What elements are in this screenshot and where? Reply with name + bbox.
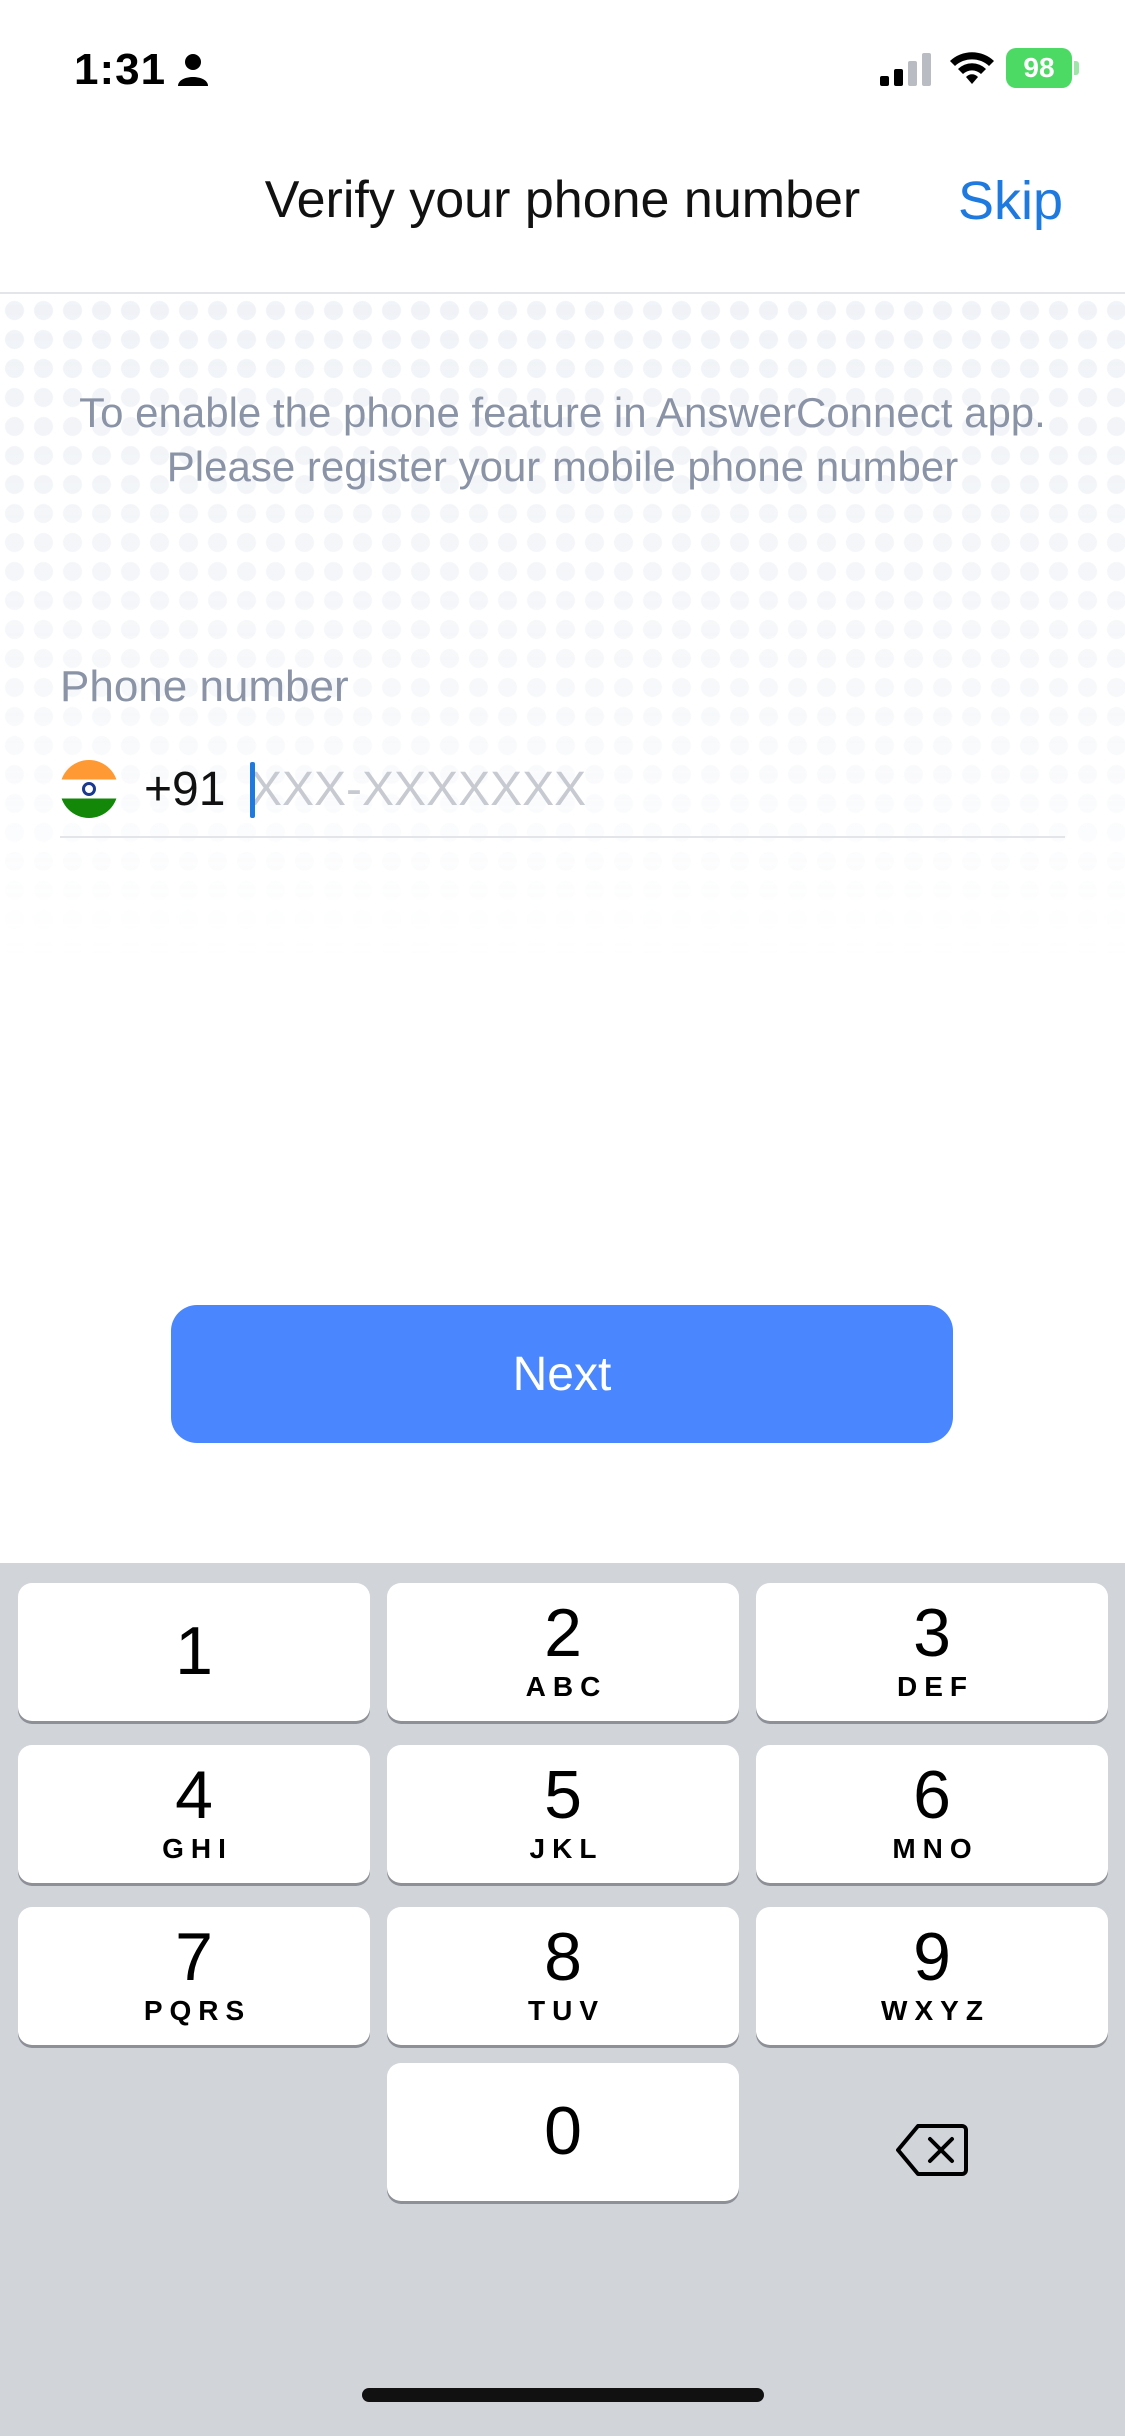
key-letters: GHI [162, 1833, 233, 1864]
key-letters: TUV [528, 1995, 605, 2026]
key-letters: DEF [897, 1671, 974, 1702]
intro-text: To enable the phone feature in AnswerCon… [79, 389, 1046, 490]
person-icon [176, 52, 210, 88]
key-letters: PQRS [143, 1995, 252, 2026]
nav-header: Verify your phone number Skip [0, 140, 1125, 294]
key-digit: 5 [544, 1757, 582, 1833]
key-0[interactable]: 0 [387, 2063, 739, 2201]
key-6[interactable]: 6 MNO [756, 1745, 1108, 1883]
battery-cap [1074, 61, 1079, 75]
key-digit: 4 [175, 1757, 213, 1833]
key-digit: 0 [544, 2093, 582, 2169]
text-caret [250, 762, 255, 818]
key-2[interactable]: 2 ABC [387, 1583, 739, 1721]
key-digit: 1 [175, 1613, 213, 1689]
status-time-group: 1:31 [74, 42, 210, 98]
key-digit: 9 [913, 1919, 951, 1995]
phone-input[interactable] [250, 758, 1050, 820]
key-digit: 7 [175, 1919, 213, 1995]
country-code[interactable]: +91 [144, 762, 225, 817]
battery-icon: 98 [1006, 48, 1079, 88]
key-letters: WXYZ [881, 1995, 990, 2026]
phone-number-label: Phone number [60, 662, 349, 711]
key-letters: ABC [525, 1671, 608, 1702]
key-5[interactable]: 5 JKL [387, 1745, 739, 1883]
status-bar: 1:31 98 [0, 0, 1125, 140]
key-letters: MNO [892, 1833, 979, 1864]
key-digit: 2 [544, 1595, 582, 1671]
status-time: 1:31 [74, 45, 167, 94]
next-button[interactable]: Next [171, 1305, 953, 1443]
key-digit: 3 [913, 1595, 951, 1671]
key-1[interactable]: 1 [18, 1583, 370, 1721]
signal-icon [880, 52, 934, 86]
key-9[interactable]: 9 WXYZ [756, 1907, 1108, 2045]
delete-key[interactable] [756, 2083, 1108, 2221]
key-8[interactable]: 8 TUV [387, 1907, 739, 2045]
key-4[interactable]: 4 GHI [18, 1745, 370, 1883]
india-flag-icon[interactable] [60, 760, 118, 818]
numeric-keypad: 1 2 ABC 3 DEF 4 GHI 5 JKL 6 MNO 7 PQRS 8… [0, 1563, 1125, 2436]
backspace-icon [896, 2122, 968, 2183]
key-digit: 6 [913, 1757, 951, 1833]
battery-level: 98 [1006, 48, 1072, 88]
key-3[interactable]: 3 DEF [756, 1583, 1108, 1721]
key-letters: JKL [529, 1833, 604, 1864]
wifi-icon [948, 48, 996, 86]
skip-button[interactable]: Skip [958, 170, 1063, 232]
key-digit: 8 [544, 1919, 582, 1995]
page-title: Verify your phone number [264, 171, 861, 229]
phone-number-field: +91 [60, 750, 1065, 838]
key-7[interactable]: 7 PQRS [18, 1907, 370, 2045]
home-indicator[interactable] [362, 2388, 764, 2402]
chakra-icon [82, 782, 96, 796]
